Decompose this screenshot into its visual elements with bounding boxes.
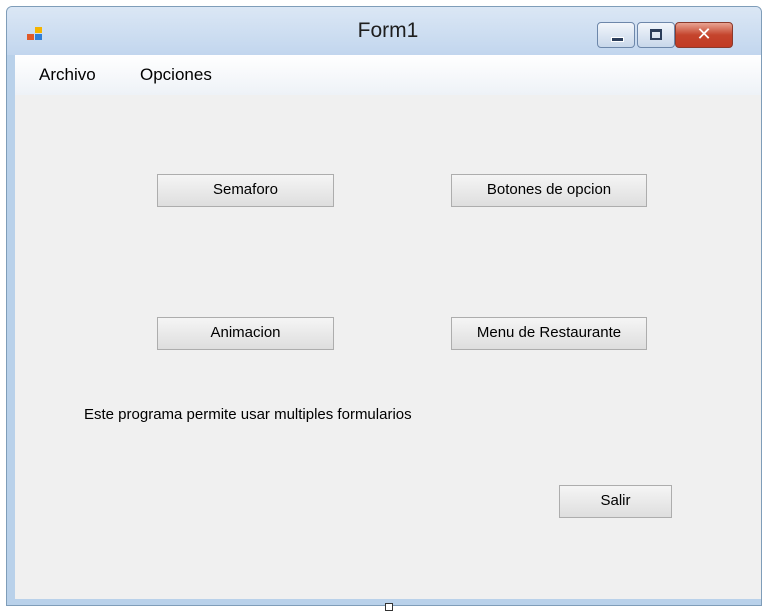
close-button[interactable]: ✕ — [675, 22, 733, 48]
animacion-button[interactable]: Animacion — [157, 317, 334, 350]
menu-opciones[interactable]: Opciones — [140, 65, 212, 85]
minimize-button[interactable] — [597, 22, 635, 48]
minimize-icon — [611, 37, 624, 42]
resize-grip-icon[interactable] — [385, 603, 393, 611]
form-client-area: Archivo Opciones Semaforo Botones de opc… — [15, 55, 761, 599]
semaforo-button[interactable]: Semaforo — [157, 174, 334, 207]
title-bar[interactable]: Form1 ✕ — [7, 7, 761, 55]
botones-de-opcion-button[interactable]: Botones de opcion — [451, 174, 647, 207]
menu-bar: Archivo Opciones — [15, 55, 761, 95]
maximize-icon — [650, 29, 662, 40]
menu-de-restaurante-button[interactable]: Menu de Restaurante — [451, 317, 647, 350]
description-label: Este programa permite usar multiples for… — [84, 406, 412, 423]
form1-window: Form1 ✕ Archivo Opciones Semaforo Botone… — [6, 6, 762, 606]
maximize-button[interactable] — [637, 22, 675, 48]
menu-archivo[interactable]: Archivo — [39, 65, 96, 85]
salir-button[interactable]: Salir — [559, 485, 672, 518]
close-icon: ✕ — [696, 24, 712, 45]
